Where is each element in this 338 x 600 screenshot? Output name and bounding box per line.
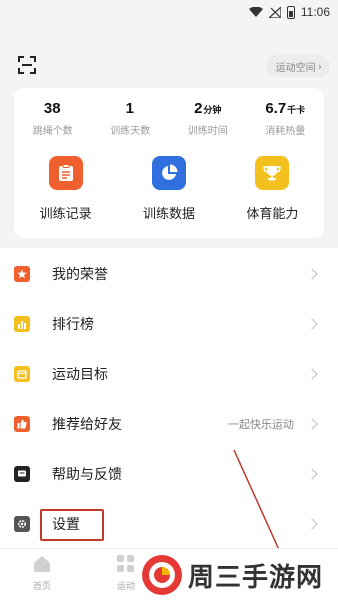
thumbs-up-icon xyxy=(14,416,30,432)
menu-item-goals[interactable]: 运动目标 xyxy=(0,354,338,394)
quick-sports-ability[interactable]: 体育能力 xyxy=(221,156,324,222)
scan-button[interactable] xyxy=(12,50,42,80)
menu-item-recommend[interactable]: 推荐给好友 一起快乐运动 xyxy=(0,404,338,444)
quick-training-records[interactable]: 训练记录 xyxy=(14,156,117,222)
quick-label: 体育能力 xyxy=(246,207,299,222)
quick-actions: 训练记录 训练数据 体育能力 xyxy=(14,156,324,222)
chevron-right-icon xyxy=(306,318,318,330)
menu-extra-text: 一起快乐运动 xyxy=(228,418,294,431)
stat-jump-count[interactable]: 38 跳绳个数 xyxy=(14,100,92,137)
wifi-icon xyxy=(248,7,263,17)
home-icon xyxy=(34,556,50,572)
bar-chart-icon xyxy=(14,316,30,332)
status-bar: 11:06 xyxy=(0,0,338,24)
quick-label: 训练记录 xyxy=(39,207,92,222)
sports-space-label: 运动空间 xyxy=(275,62,316,74)
battery-icon xyxy=(286,5,295,19)
quick-training-data[interactable]: 训练数据 xyxy=(117,156,220,222)
menu-label: 排行榜 xyxy=(52,317,94,333)
stat-calories[interactable]: 6.7千卡 消耗热量 xyxy=(247,100,325,137)
chevron-right-icon xyxy=(306,468,318,480)
menu-label: 帮助与反馈 xyxy=(52,467,122,483)
menu-item-help-feedback[interactable]: 帮助与反馈 xyxy=(0,454,338,494)
stat-value: 2 xyxy=(194,100,203,117)
stat-training-time[interactable]: 2分钟 训练时间 xyxy=(169,100,247,137)
status-time: 11:06 xyxy=(300,5,330,19)
stat-label: 消耗热量 xyxy=(265,126,306,137)
menu-list: 我的荣誉 排行榜 运动目标 推荐给好友 一起快乐运动 帮助与反馈 设置 xyxy=(0,248,338,548)
stat-label: 跳绳个数 xyxy=(32,126,73,137)
menu-item-honors[interactable]: 我的荣誉 xyxy=(0,254,338,294)
grid-icon xyxy=(117,555,134,572)
chevron-right-icon xyxy=(306,418,318,430)
watermark-text: 周三手游网 xyxy=(188,562,324,593)
quick-label: 训练数据 xyxy=(142,207,195,222)
calendar-target-icon xyxy=(14,366,30,382)
chevron-right-icon: › xyxy=(317,59,322,73)
menu-item-leaderboard[interactable]: 排行榜 xyxy=(0,304,338,344)
stats-card: 38 跳绳个数 1 训练天数 2分钟 训练时间 6.7千卡 消耗热量 训练记录 … xyxy=(14,88,324,238)
stat-training-days[interactable]: 1 训练天数 xyxy=(92,100,170,137)
watermark: 周三手游网 xyxy=(140,553,336,597)
stat-value: 38 xyxy=(43,100,61,117)
trophy-icon xyxy=(255,156,290,190)
no-signal-icon xyxy=(268,6,281,18)
chevron-right-icon xyxy=(306,518,318,530)
menu-label: 推荐给好友 xyxy=(52,417,122,433)
chevron-right-icon xyxy=(306,368,318,380)
stat-value: 1 xyxy=(125,100,134,117)
pie-chart-icon xyxy=(151,156,186,190)
chat-icon xyxy=(14,466,30,482)
stats-row: 38 跳绳个数 1 训练天数 2分钟 训练时间 6.7千卡 消耗热量 xyxy=(14,100,324,137)
scan-icon xyxy=(18,56,36,74)
settings-highlight-box xyxy=(40,509,104,541)
tab-home[interactable]: 首页 xyxy=(12,555,72,592)
chevron-right-icon xyxy=(306,268,318,280)
clipboard-icon xyxy=(48,156,83,190)
stat-label: 训练天数 xyxy=(110,126,151,137)
menu-label: 运动目标 xyxy=(52,367,108,383)
watermark-logo-icon xyxy=(142,555,182,595)
stat-unit: 分钟 xyxy=(203,105,222,115)
menu-label: 我的荣誉 xyxy=(52,267,108,283)
stat-unit: 千卡 xyxy=(287,105,306,115)
header: 运动空间 › xyxy=(0,50,338,84)
sports-space-button[interactable]: 运动空间 › xyxy=(265,55,330,77)
star-badge-icon xyxy=(14,266,30,282)
stat-value: 6.7 xyxy=(265,100,287,117)
tab-label: 首页 xyxy=(32,582,51,592)
stat-label: 训练时间 xyxy=(187,126,228,137)
gear-icon xyxy=(14,516,30,532)
